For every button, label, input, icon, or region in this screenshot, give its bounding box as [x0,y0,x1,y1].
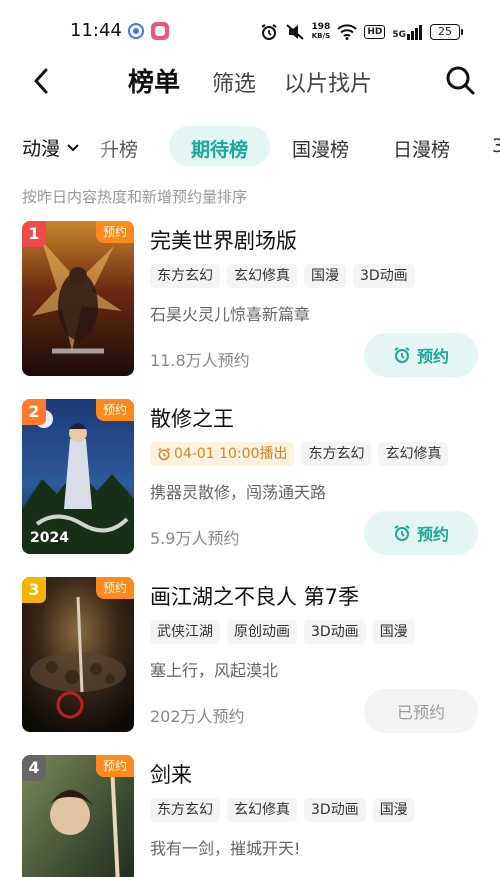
tab-anticipated[interactable]: 期待榜 [191,135,248,162]
reserve-button-label: 预约 [416,525,449,544]
reservation-count: 11.8万人预约 [150,351,250,370]
chevron-down-icon [67,143,79,151]
tag[interactable]: 玄幻修真 [227,798,297,822]
air-time-tag: 04-01 10:00播出 [150,442,295,466]
category-dropdown[interactable]: 动漫 [22,134,80,161]
list-item[interactable]: 1 预约 完美世界剧场版 东方玄幻 玄幻修真 国漫 3D动画 石昊火灵儿惊喜新篇… [0,221,500,381]
reservation-count: 202万人预约 [150,707,245,726]
list-item[interactable]: 3 预约 画江湖之不良人 第7季 武侠江湖 原创动画 3D动画 国漫 塞上行，风… [0,577,500,737]
app-notification-icon [128,23,144,39]
category-tabs: 动漫 升榜 期待榜 国漫榜 日漫榜 3 [0,126,500,168]
status-bar: 11:44 198 KB/S HD 5G 25 [0,0,500,62]
item-title[interactable]: 完美世界剧场版 [150,225,297,255]
tag[interactable]: 3D动画 [304,798,366,822]
alarm-clock-icon [394,347,410,363]
sort-description: 按昨日内容热度和新增预约量排序 [22,188,248,206]
net-speed: 198 KB/S [311,22,331,41]
item-description: 石昊火灵儿惊喜新篇章 [150,305,311,324]
tag[interactable]: 原创动画 [227,620,297,644]
poster-year: 2024 [30,530,69,546]
top-nav: 榜单 筛选 以片找片 [0,62,500,102]
tab-ranking[interactable]: 榜单 [128,62,180,99]
scroll-fade [84,126,114,168]
item-description: 塞上行，风起漠北 [150,661,279,680]
tag[interactable]: 东方玄幻 [150,264,220,288]
tab-more[interactable]: 3 [492,135,500,157]
back-arrow-icon[interactable] [28,64,56,98]
tag-list: 东方玄幻 玄幻修真 国漫 3D动画 [150,264,415,288]
hd-icon: HD [364,25,386,39]
status-icons: 198 KB/S HD 5G 25 [260,20,463,44]
tag-list: 04-01 10:00播出 东方玄幻 玄幻修真 [150,442,449,466]
reserve-badge: 预约 [95,755,134,777]
list-item[interactable]: 2 预约 2024 散修之王 04-01 10:00播出 东方玄幻 玄幻修真 携… [0,399,500,559]
reserve-badge: 预约 [95,221,134,243]
item-title[interactable]: 画江湖之不良人 第7季 [150,581,359,611]
tag[interactable]: 东方玄幻 [301,442,372,466]
tag[interactable]: 玄幻修真 [227,264,297,288]
poster-image[interactable]: 2 预约 2024 [22,399,134,554]
reserved-button-label: 已预约 [396,703,445,722]
rank-badge: 3 [22,577,46,603]
rank-badge: 1 [22,221,46,247]
tag-list: 东方玄幻 玄幻修真 3D动画 国漫 [150,798,415,822]
tag[interactable]: 国漫 [304,264,346,288]
tag[interactable]: 3D动画 [304,620,366,644]
list-item[interactable]: 4 预约 剑来 东方玄幻 玄幻修真 3D动画 国漫 我有一剑，摧城开天! [0,755,500,877]
item-description: 携器灵散修，闯荡通天路 [150,483,327,502]
poster-image[interactable]: 3 预约 [22,577,134,732]
item-title[interactable]: 散修之王 [150,403,234,433]
wifi-icon [337,24,358,40]
signal-bars-icon [407,25,422,40]
item-description: 我有一剑，摧城开天! [150,839,301,858]
reserved-button[interactable]: 已预约 [364,689,478,733]
signal-indicator: 5G [392,24,423,40]
rank-badge: 4 [22,755,46,781]
battery-icon: 25 [430,24,463,40]
search-icon[interactable] [444,64,476,96]
alarm-icon [260,24,277,40]
tab-chinese-anime[interactable]: 国漫榜 [292,135,349,162]
tab-filter[interactable]: 筛选 [212,66,256,98]
alarm-clock-icon [394,525,410,541]
tag[interactable]: 东方玄幻 [150,798,220,822]
air-time-label: 04-01 10:00播出 [174,446,288,462]
reservation-count: 5.9万人预约 [150,529,240,548]
category-dropdown-label: 动漫 [22,138,61,160]
reserve-badge: 预约 [95,399,134,421]
tag[interactable]: 武侠江湖 [150,620,220,644]
item-title[interactable]: 剑来 [150,759,192,789]
mute-icon [285,24,304,40]
tag[interactable]: 国漫 [372,620,415,644]
poster-image[interactable]: 4 预约 [22,755,134,877]
app-notification-icon-2 [151,22,169,40]
status-time: 11:44 [70,20,122,41]
reserve-button[interactable]: 预约 [364,511,478,555]
alarm-clock-icon [158,447,170,461]
reserve-button-label: 预约 [416,347,449,366]
reserve-button[interactable]: 预约 [364,333,478,377]
tag[interactable]: 玄幻修真 [378,442,449,466]
tag[interactable]: 3D动画 [353,264,415,288]
tag[interactable]: 国漫 [372,798,415,822]
rank-badge: 2 [22,399,46,425]
reserve-badge: 预约 [95,577,134,599]
tag-list: 武侠江湖 原创动画 3D动画 国漫 [150,620,415,644]
tab-find-by-film[interactable]: 以片找片 [284,66,372,98]
poster-image[interactable]: 1 预约 [22,221,134,376]
tab-japanese-anime[interactable]: 日漫榜 [393,135,450,162]
